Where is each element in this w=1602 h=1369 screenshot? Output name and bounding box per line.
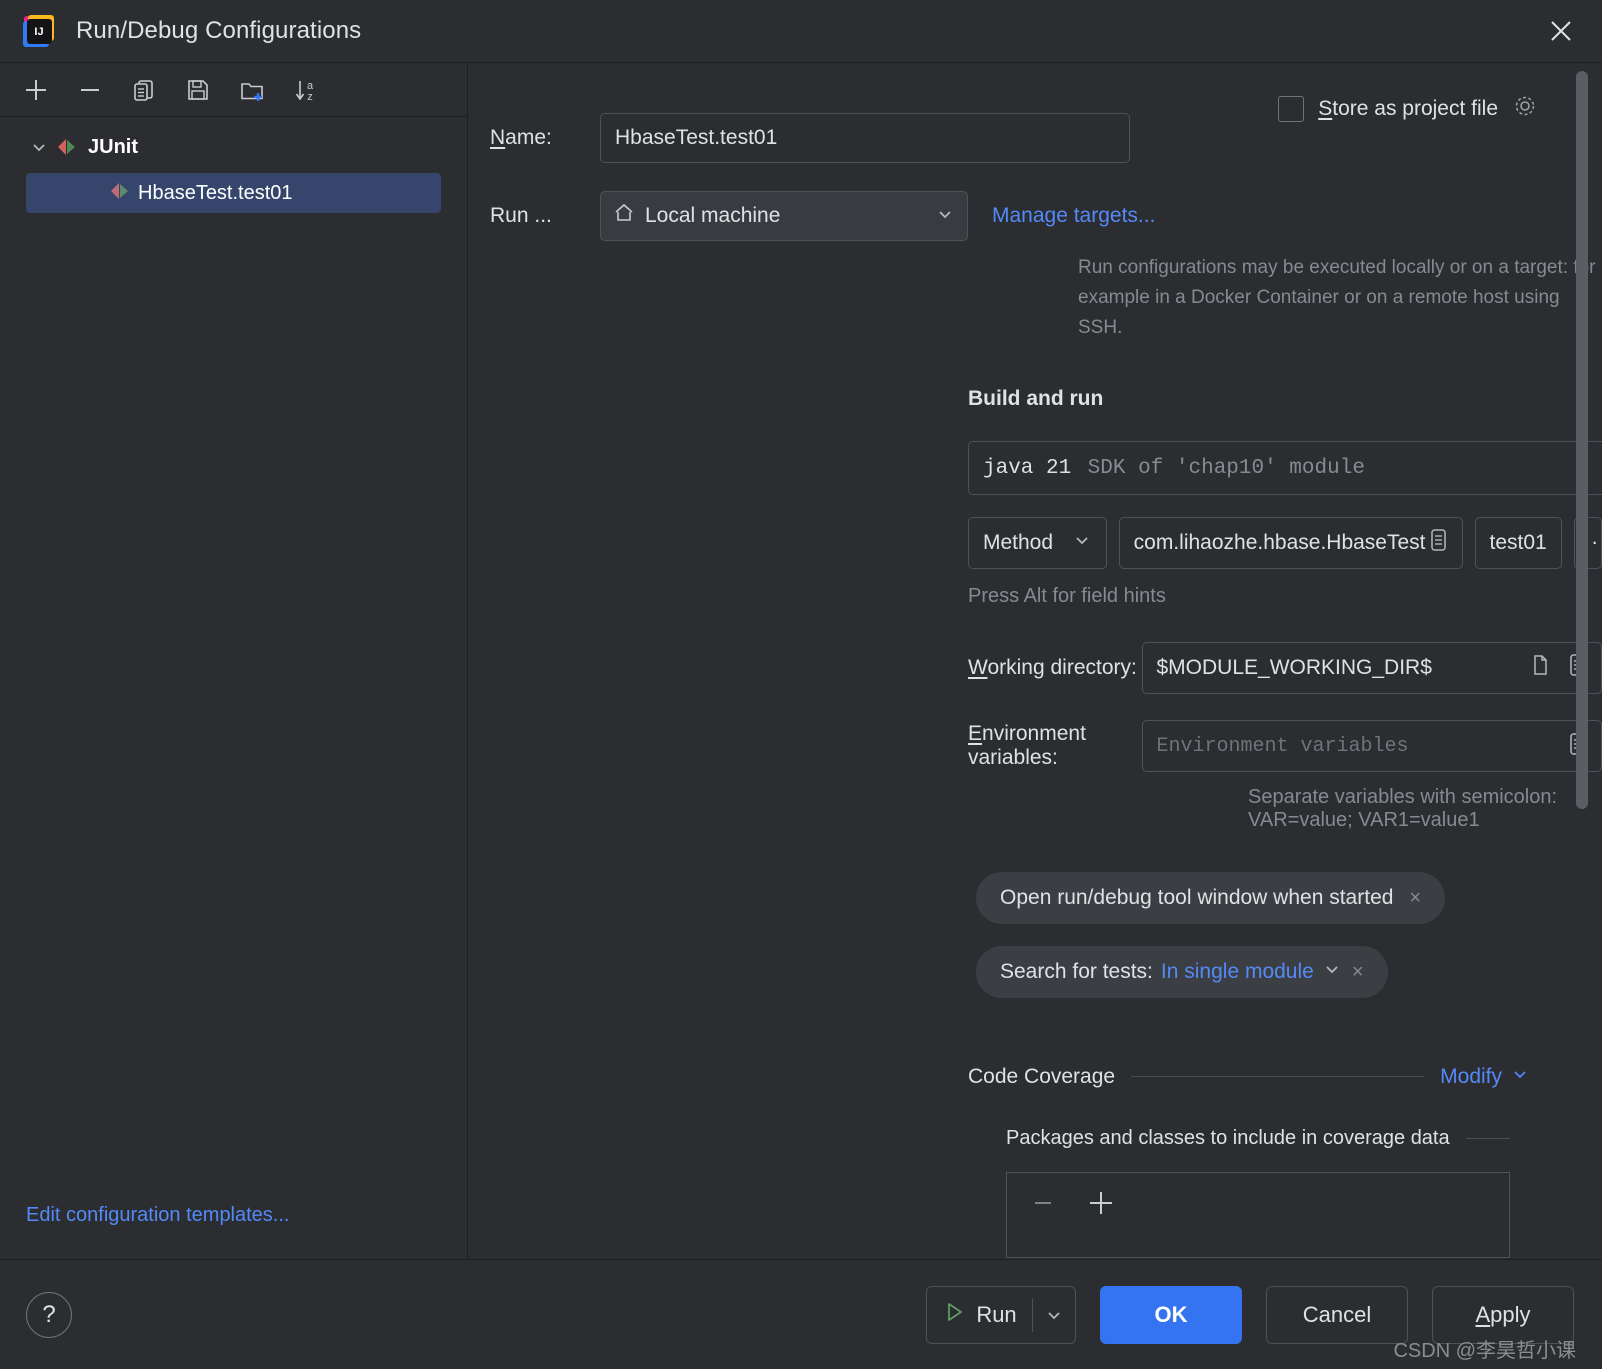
copy-icon[interactable] — [118, 68, 170, 112]
run-button-label: Run — [976, 1301, 1017, 1327]
jre-sdk-combo[interactable]: java 21 SDK of 'chap10' module — [968, 441, 1602, 495]
chip-search-for-tests-value[interactable]: In single module — [1161, 960, 1314, 984]
close-icon[interactable] — [1538, 8, 1584, 54]
packages-list-box — [1006, 1172, 1510, 1258]
run-on-target-combo[interactable]: Local machine — [600, 191, 968, 241]
chevron-down-icon[interactable] — [1033, 1287, 1075, 1343]
expand-field-icon[interactable] — [1426, 526, 1450, 560]
environment-variables-label: Environment variables: — [968, 722, 1086, 769]
section-separator — [1131, 1076, 1425, 1077]
environment-variables-placeholder: Environment variables — [1156, 734, 1409, 758]
play-icon — [942, 1300, 966, 1330]
packages-title: Packages and classes to include in cover… — [1006, 1127, 1450, 1149]
tree-item-label: HbaseTest.test01 — [138, 181, 293, 204]
folder-icon[interactable] — [1529, 652, 1553, 684]
environment-variables-row: Environment variables: Environment varia… — [968, 720, 1602, 772]
new-folder-icon[interactable] — [226, 68, 278, 112]
svg-text:IJ: IJ — [34, 26, 43, 38]
test-class-value: com.lihaozhe.hbase.HbaseTest — [1133, 531, 1426, 554]
chevron-down-icon[interactable] — [26, 138, 52, 156]
test-kind-value: Method — [983, 531, 1054, 554]
run-button-main[interactable]: Run — [927, 1287, 1032, 1343]
remove-configuration-button[interactable] — [64, 68, 116, 112]
run-on-row: Run ... Local machine Manage targets... — [468, 191, 1602, 241]
section-separator — [1465, 1138, 1510, 1139]
tree-group-label: JUnit — [88, 135, 138, 158]
environment-variables-hint: Separate variables with semicolon: VAR=v… — [1248, 786, 1558, 831]
run-button[interactable]: Run — [926, 1285, 1076, 1344]
chevron-down-icon — [935, 204, 955, 229]
test-method-value: test01 — [1489, 531, 1547, 554]
watermark-text: CSDN @李昊哲小课 — [1393, 1340, 1576, 1362]
test-class-field[interactable]: com.lihaozhe.hbase.HbaseTest — [1118, 517, 1463, 569]
home-icon — [613, 202, 635, 230]
build-and-run-title: Build and run — [968, 387, 1104, 410]
close-icon[interactable]: × — [1352, 961, 1364, 984]
code-coverage-modify-link[interactable]: Modify — [1440, 1065, 1502, 1089]
edit-configuration-templates-link[interactable]: Edit configuration templates... — [26, 1204, 289, 1227]
chip-open-tool-window-label: Open run/debug tool window when started — [1000, 886, 1394, 909]
dialog-footer: ? Run OK Cancel Apply CSDN @李昊哲小课 — [0, 1259, 1602, 1369]
svg-text:z: z — [307, 91, 313, 103]
sdk-sub-text: SDK of 'chap10' module — [1087, 456, 1365, 480]
alt-field-hint: Press Alt for field hints — [968, 585, 1166, 607]
sort-alpha-icon[interactable]: a z — [280, 68, 332, 112]
targets-hint-text: Run configurations may be executed local… — [1078, 257, 1596, 338]
cancel-button[interactable]: Cancel — [1266, 1285, 1408, 1344]
packages-header: Packages and classes to include in cover… — [1006, 1127, 1510, 1150]
dialog-title: Run/Debug Configurations — [76, 17, 362, 44]
checkbox-box[interactable] — [1278, 95, 1305, 122]
add-configuration-button[interactable] — [10, 68, 62, 112]
add-package-button[interactable] — [1079, 1181, 1123, 1225]
chevron-down-icon[interactable] — [1322, 959, 1342, 985]
chevron-down-icon[interactable] — [1510, 1064, 1530, 1089]
store-as-project-file-label: Store as project file — [1318, 96, 1498, 120]
junit-run-icon — [108, 181, 132, 206]
dialog-body: a z JUnit HbaseTest.test01 Edit configur… — [0, 63, 1602, 1259]
sdk-main-text: java 21 — [983, 456, 1072, 480]
junit-run-icon — [52, 137, 82, 157]
environment-variables-field[interactable]: Environment variables — [1141, 720, 1602, 772]
remove-package-button[interactable] — [1021, 1181, 1065, 1225]
test-method-field[interactable]: test01 — [1474, 517, 1562, 569]
store-as-project-file-checkbox[interactable]: Store as project file — [1278, 93, 1538, 124]
vertical-scrollbar[interactable] — [1576, 71, 1588, 809]
configurations-tree: JUnit HbaseTest.test01 — [0, 117, 467, 1259]
title-bar: IJ Run/Debug Configurations — [0, 0, 1602, 63]
run-debug-configurations-dialog: IJ Run/Debug Configurations a z JUnit Hb… — [0, 0, 1602, 1369]
code-coverage-header: Code Coverage Modify — [968, 1064, 1530, 1089]
working-directory-row: Working directory: $MODULE_WORKING_DIR$ — [968, 642, 1602, 694]
test-kind-row: Method com.lihaozhe.hbase.HbaseTest test… — [968, 517, 1602, 569]
name-input[interactable] — [600, 113, 1130, 163]
save-icon[interactable] — [172, 68, 224, 112]
chip-search-for-tests[interactable]: Search for tests: In single module × — [976, 946, 1388, 998]
chip-search-for-tests-label: Search for tests: — [1000, 960, 1153, 983]
manage-targets-link[interactable]: Manage targets... — [992, 204, 1155, 228]
run-on-label: Run ... — [490, 204, 552, 227]
working-directory-value: $MODULE_WORKING_DIR$ — [1156, 656, 1432, 679]
test-kind-combo[interactable]: Method — [968, 517, 1107, 569]
tree-group-junit[interactable]: JUnit — [0, 127, 467, 167]
close-icon[interactable]: × — [1409, 887, 1421, 910]
run-on-target-value: Local machine — [645, 204, 781, 227]
configurations-toolbar: a z — [0, 63, 467, 117]
ok-button[interactable]: OK — [1100, 1285, 1242, 1344]
intellij-idea-logo-icon: IJ — [22, 14, 56, 48]
help-button[interactable]: ? — [26, 1291, 72, 1338]
gear-icon[interactable] — [1512, 93, 1538, 124]
configurations-panel: a z JUnit HbaseTest.test01 Edit configur… — [0, 63, 468, 1259]
code-coverage-title: Code Coverage — [968, 1064, 1116, 1088]
working-directory-field[interactable]: $MODULE_WORKING_DIR$ — [1141, 642, 1602, 694]
build-and-run-header: Build and run Alt+M Modify options JRE A… — [968, 379, 1602, 419]
configuration-editor-panel: Name: Store as project file Run . — [468, 63, 1602, 1259]
name-label: Name: — [490, 126, 552, 149]
chip-open-tool-window[interactable]: Open run/debug tool window when started … — [976, 872, 1446, 924]
chevron-down-icon — [1072, 530, 1092, 556]
working-directory-label: Working directory: — [968, 656, 1137, 679]
tree-item-hbasetest-test01[interactable]: HbaseTest.test01 — [26, 173, 441, 213]
